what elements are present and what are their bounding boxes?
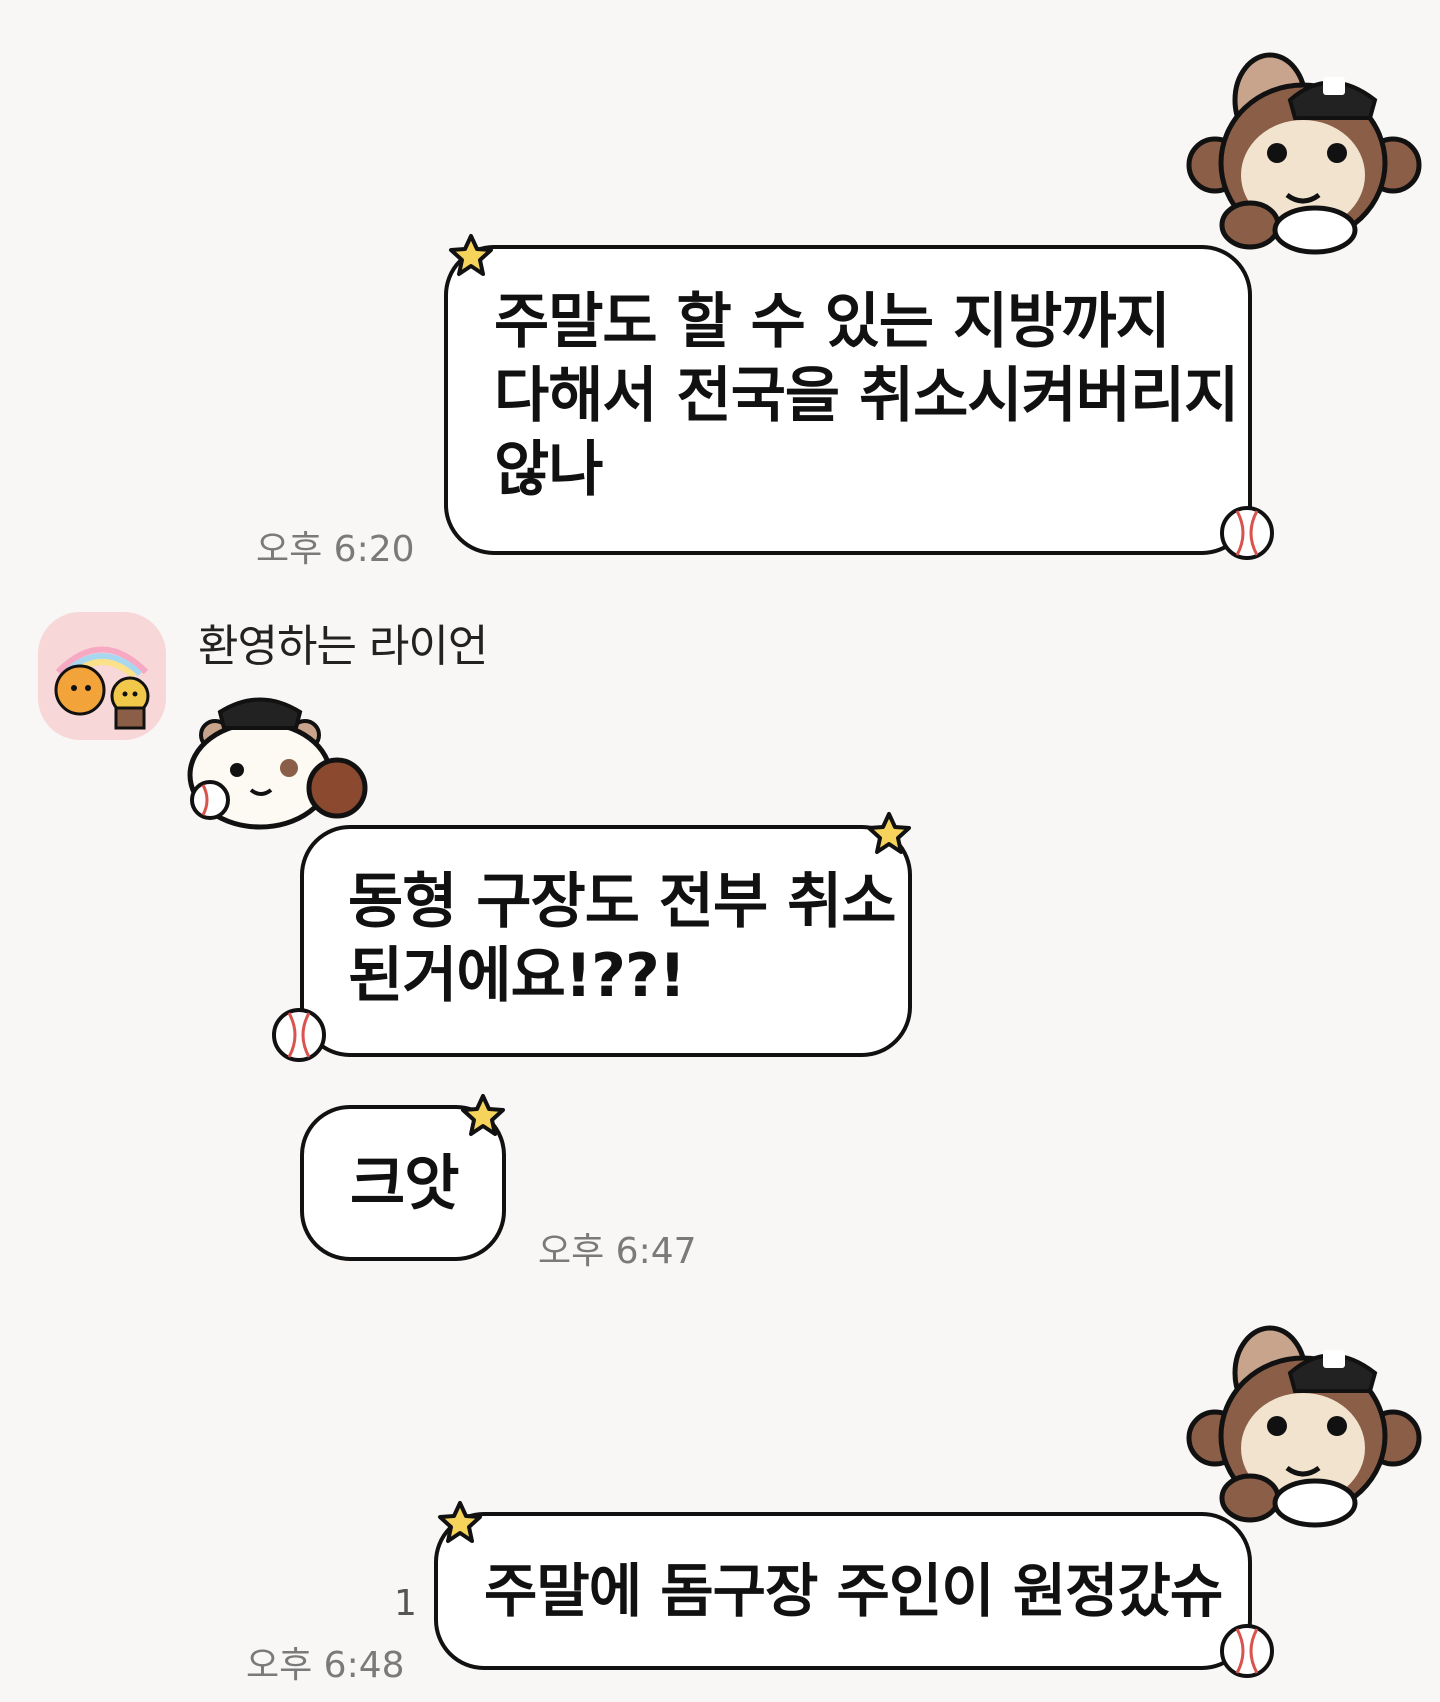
message-text: 동형 구장도 전부 취소 된거에요!??!: [348, 867, 896, 1011]
star-icon: [867, 812, 911, 854]
message-time: 오후 6:48: [246, 1645, 405, 1686]
unread-count: 1: [394, 1583, 417, 1624]
sender-name: 환영하는 라이언: [198, 621, 488, 672]
star-icon: [438, 1501, 482, 1543]
hamster-sticker-icon: [187, 697, 368, 830]
message-text: 크앗: [350, 1149, 459, 1219]
message-time: 오후 6:47: [538, 1231, 697, 1272]
baseball-icon: [272, 1008, 326, 1062]
star-icon: [461, 1094, 505, 1136]
star-icon: [449, 234, 493, 276]
monkey-sticker-icon: [1186, 1325, 1422, 1528]
chat-bubble[interactable]: 주말도 할 수 있는 지방까지 다해서 전국을 취소시켜버리지 않나: [444, 245, 1252, 555]
ryan-rainbow-avatar-icon: [54, 646, 150, 730]
baseball-icon: [1220, 506, 1274, 560]
avatar[interactable]: [38, 612, 166, 740]
chat-screen: { "messages": [ { "direction": "outgoing…: [0, 0, 1440, 1702]
message-text: 주말에 돔구장 주인이 원정갔슈: [484, 1557, 1223, 1625]
monkey-sticker-icon: [1186, 52, 1422, 255]
message-text: 주말도 할 수 있는 지방까지 다해서 전국을 취소시켜버리지 않나: [494, 287, 1239, 505]
chat-bubble[interactable]: 주말에 돔구장 주인이 원정갔슈: [434, 1512, 1252, 1670]
message-time: 오후 6:20: [256, 529, 415, 570]
baseball-icon: [1220, 1624, 1274, 1678]
chat-bubble[interactable]: 동형 구장도 전부 취소 된거에요!??!: [300, 825, 912, 1057]
